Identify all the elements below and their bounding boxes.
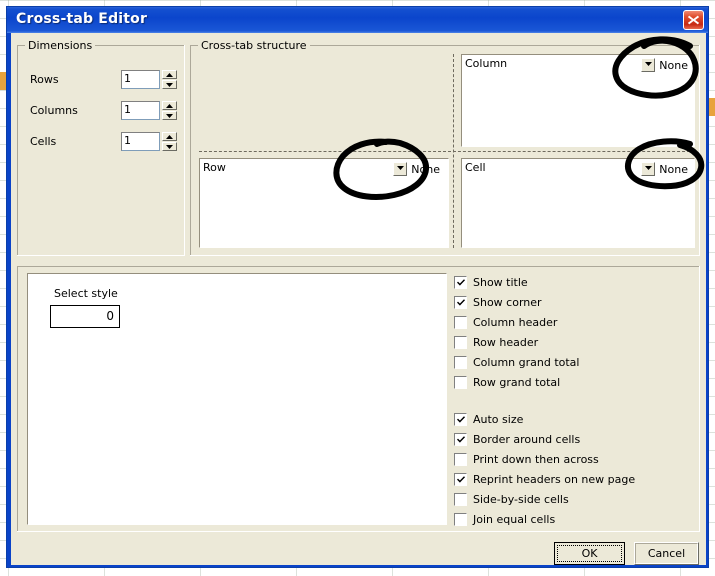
- horizontal-splitter[interactable]: [199, 151, 695, 152]
- select-style-panel[interactable]: Select style 0: [27, 273, 447, 525]
- triangle-up-icon[interactable]: [162, 70, 177, 79]
- checkbox-print-down-then-across[interactable]: Print down then across: [454, 452, 599, 466]
- rows-input[interactable]: 1: [121, 70, 160, 89]
- check-icon: [454, 275, 467, 289]
- column-quadrant[interactable]: Column None: [461, 54, 695, 147]
- title-bar[interactable]: Cross-tab Editor: [7, 7, 708, 33]
- cross-tab-structure-group: Cross-tab structure Column None Row None…: [190, 39, 700, 256]
- checkbox-column-grand-total[interactable]: Column grand total: [454, 355, 579, 369]
- ok-button-label: OK: [581, 547, 598, 560]
- cell-quadrant[interactable]: Cell None: [461, 158, 695, 248]
- checkbox-auto-size[interactable]: Auto size: [454, 412, 523, 426]
- checkbox-label: Column header: [473, 315, 558, 329]
- checkbox-label: Reprint headers on new page: [473, 472, 636, 486]
- background-artifact: [709, 98, 715, 116]
- row-quadrant[interactable]: Row None: [199, 158, 449, 248]
- checkbox-box: [454, 452, 467, 466]
- structure-group-title: Cross-tab structure: [198, 39, 310, 52]
- row-dropdown[interactable]: None: [393, 162, 440, 176]
- column-dropdown-value: None: [659, 58, 688, 72]
- check-icon: [454, 295, 467, 309]
- checkbox-show-title[interactable]: Show title: [454, 275, 528, 289]
- column-dropdown[interactable]: None: [641, 58, 688, 72]
- row-dropdown-value: None: [411, 162, 440, 176]
- checkbox-label: Join equal cells: [473, 512, 556, 526]
- check-icon: [454, 472, 467, 486]
- cell-dropdown[interactable]: None: [641, 162, 688, 176]
- checkbox-label: Border around cells: [473, 432, 581, 446]
- checkbox-side-by-side-cells[interactable]: Side-by-side cells: [454, 492, 569, 506]
- cell-quadrant-label: Cell: [465, 161, 486, 174]
- chevron-down-icon[interactable]: [641, 162, 656, 176]
- close-icon[interactable]: [683, 10, 704, 30]
- checkbox-join-equal-cells[interactable]: Join equal cells: [454, 512, 555, 526]
- checkbox-label: Side-by-side cells: [473, 492, 569, 506]
- cells-stepper[interactable]: [162, 132, 177, 151]
- screen: Cross-tab Editor Dimensions Rows 1 Colum…: [0, 0, 715, 576]
- cross-tab-editor-dialog: Cross-tab Editor Dimensions Rows 1 Colum…: [6, 6, 709, 568]
- chevron-down-icon[interactable]: [641, 58, 656, 72]
- dimensions-group-title: Dimensions: [25, 39, 96, 52]
- checkbox-row-grand-total[interactable]: Row grand total: [454, 375, 560, 389]
- rows-stepper[interactable]: [162, 70, 177, 89]
- checkbox-border-around-cells[interactable]: Border around cells: [454, 432, 580, 446]
- ok-button[interactable]: OK: [554, 542, 625, 565]
- window-title: Cross-tab Editor: [16, 11, 148, 27]
- checkbox-label: Show corner: [473, 295, 542, 309]
- column-quadrant-label: Column: [465, 57, 508, 70]
- cells-label: Cells: [30, 135, 57, 148]
- rows-label: Rows: [30, 73, 59, 86]
- corner-quadrant: [199, 54, 449, 147]
- triangle-down-icon[interactable]: [162, 80, 177, 89]
- checkbox-show-corner[interactable]: Show corner: [454, 295, 542, 309]
- checkbox-box: [454, 492, 467, 506]
- cell-dropdown-value: None: [659, 162, 688, 176]
- dialog-client-area: Dimensions Rows 1 Columns 1 Cells 1 Cros…: [11, 33, 706, 565]
- checkbox-row-header[interactable]: Row header: [454, 335, 538, 349]
- checkbox-label: Show title: [473, 275, 528, 289]
- checkbox-box: [454, 375, 467, 389]
- dimensions-group: Dimensions Rows 1 Columns 1 Cells 1: [17, 39, 185, 256]
- checkbox-label: Auto size: [473, 412, 524, 426]
- checkbox-label: Print down then across: [473, 452, 599, 466]
- triangle-down-icon[interactable]: [162, 111, 177, 120]
- cancel-button[interactable]: Cancel: [634, 542, 699, 565]
- columns-stepper[interactable]: [162, 101, 177, 120]
- checkbox-box: [454, 335, 467, 349]
- checkbox-reprint-headers-on-new-page[interactable]: Reprint headers on new page: [454, 472, 635, 486]
- checkbox-box: [454, 512, 467, 526]
- cancel-button-label: Cancel: [647, 547, 686, 560]
- check-icon: [454, 432, 467, 446]
- checkbox-column-header[interactable]: Column header: [454, 315, 557, 329]
- columns-input[interactable]: 1: [121, 101, 160, 120]
- triangle-up-icon[interactable]: [162, 101, 177, 110]
- select-style-input[interactable]: 0: [50, 305, 120, 328]
- cells-input[interactable]: 1: [121, 132, 160, 151]
- row-quadrant-label: Row: [203, 161, 226, 174]
- check-icon: [454, 412, 467, 426]
- triangle-up-icon[interactable]: [162, 132, 177, 141]
- chevron-down-icon[interactable]: [393, 162, 408, 176]
- columns-label: Columns: [30, 104, 78, 117]
- checkbox-label: Column grand total: [473, 355, 580, 369]
- checkbox-label: Row header: [473, 335, 539, 349]
- select-style-label: Select style: [54, 287, 118, 300]
- checkbox-label: Row grand total: [473, 375, 561, 389]
- checkbox-box: [454, 315, 467, 329]
- triangle-down-icon[interactable]: [162, 142, 177, 151]
- checkbox-box: [454, 355, 467, 369]
